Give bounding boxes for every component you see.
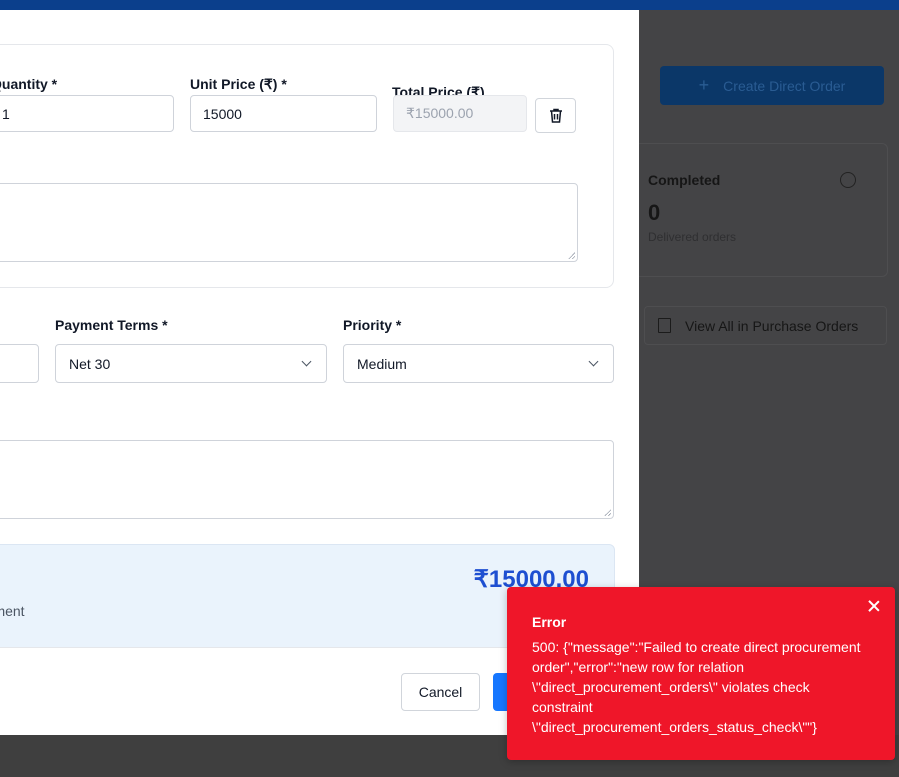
notes-textarea[interactable]: [0, 440, 614, 519]
payment-terms-label: Payment Terms *: [55, 317, 168, 333]
top-bar: [0, 0, 899, 10]
completed-title: Completed: [648, 172, 721, 188]
check-circle-icon: [840, 172, 856, 188]
payment-terms-select[interactable]: Net 30: [55, 344, 327, 383]
priority-label: Priority *: [343, 317, 402, 333]
quantity-label: Quantity *: [0, 76, 58, 92]
previous-select-field[interactable]: [0, 344, 39, 383]
trash-icon: [549, 108, 562, 123]
view-all-purchase-orders-button[interactable]: View All in Purchase Orders: [644, 306, 887, 345]
view-all-label: View All in Purchase Orders: [685, 317, 859, 334]
resize-handle[interactable]: [604, 509, 611, 516]
completed-stat-card: Completed 0 Delivered orders: [634, 143, 888, 277]
cancel-button[interactable]: Cancel: [401, 673, 480, 711]
delete-item-button[interactable]: [535, 98, 576, 133]
create-direct-order-label: Create Direct Order: [723, 77, 846, 94]
completed-subtitle: Delivered orders: [648, 230, 737, 244]
unit-price-label: Unit Price (₹) *: [190, 76, 287, 92]
unit-price-input[interactable]: 15000: [190, 95, 377, 132]
quantity-input[interactable]: 1: [0, 95, 174, 132]
priority-select[interactable]: Medium: [343, 344, 614, 383]
chevron-down-icon: [301, 356, 312, 367]
create-direct-order-button[interactable]: + Create Direct Order: [660, 66, 884, 105]
toast-title: Error: [532, 614, 567, 630]
completed-count: 0: [648, 200, 661, 225]
total-price-field: ₹15000.00: [393, 95, 527, 132]
plus-icon: +: [698, 75, 710, 95]
chevron-down-icon: [588, 356, 599, 367]
toast-message: 500: {"message":"Failed to create direct…: [532, 639, 861, 735]
close-icon[interactable]: [868, 600, 880, 612]
order-item-card: Quantity * 1 Unit Price (₹) * 15000 Tota…: [0, 44, 614, 288]
error-toast: Error 500: {"message":"Failed to create …: [507, 587, 895, 760]
summary-subtitle: rement: [0, 603, 25, 619]
resize-handle[interactable]: [568, 252, 575, 259]
document-icon: [658, 318, 671, 333]
item-description-textarea[interactable]: [0, 183, 578, 262]
